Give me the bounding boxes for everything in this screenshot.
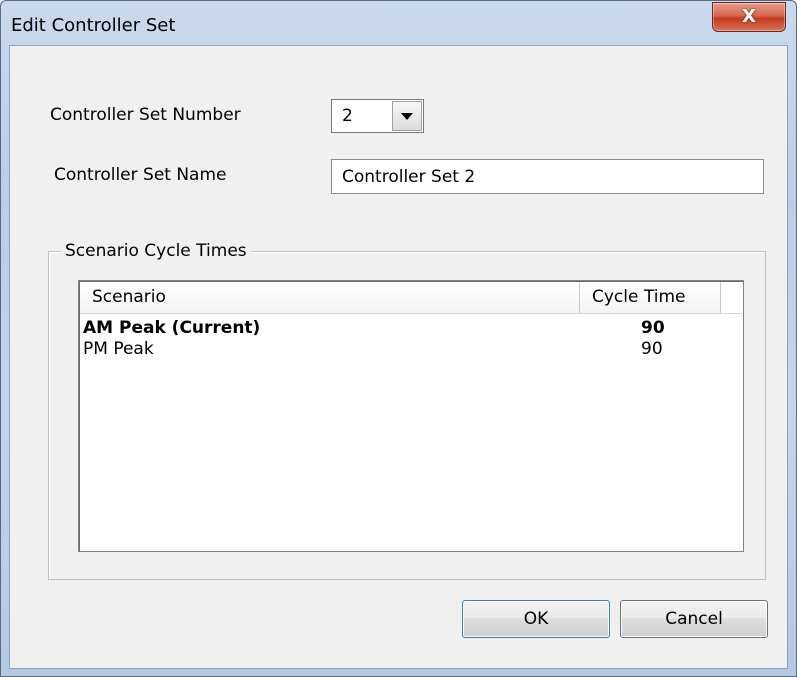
scenario-name: AM Peak (Current) — [83, 318, 261, 338]
window-title: Edit Controller Set — [11, 15, 176, 36]
controller-set-name-label: Controller Set Name — [54, 165, 227, 185]
list-header: Scenario Cycle Time — [80, 282, 742, 314]
controller-set-number-combobox[interactable]: 2 — [331, 99, 424, 133]
controller-set-number-label: Controller Set Number — [50, 105, 241, 125]
close-icon: X — [742, 6, 756, 27]
chevron-down-icon — [401, 112, 413, 120]
column-header-cycle-time[interactable]: Cycle Time — [580, 282, 721, 313]
controller-set-name-input[interactable] — [342, 166, 752, 188]
dialog-window: Edit Controller Set X Controller Set Num… — [0, 0, 797, 677]
group-title: Scenario Cycle Times — [61, 241, 251, 261]
title-bar[interactable]: Edit Controller Set X — [1, 1, 796, 45]
list-item[interactable]: AM Peak (Current) 90 — [80, 318, 742, 339]
combobox-dropdown-button[interactable] — [392, 101, 422, 131]
ok-button[interactable]: OK — [462, 600, 610, 638]
cycle-time-value: 90 — [641, 318, 665, 338]
controller-set-number-value: 2 — [342, 106, 353, 126]
close-button[interactable]: X — [712, 2, 786, 32]
dialog-body: Controller Set Number 2 Controller Set N… — [9, 45, 788, 669]
scenario-name: PM Peak — [83, 339, 154, 359]
scenario-list[interactable]: Scenario Cycle Time AM Peak (Current) 90… — [78, 280, 744, 552]
list-item[interactable]: PM Peak 90 — [80, 339, 742, 360]
cancel-button[interactable]: Cancel — [620, 600, 768, 638]
controller-set-name-field[interactable] — [331, 159, 764, 194]
cycle-time-value: 90 — [641, 339, 663, 359]
column-header-scenario[interactable]: Scenario — [80, 282, 580, 313]
